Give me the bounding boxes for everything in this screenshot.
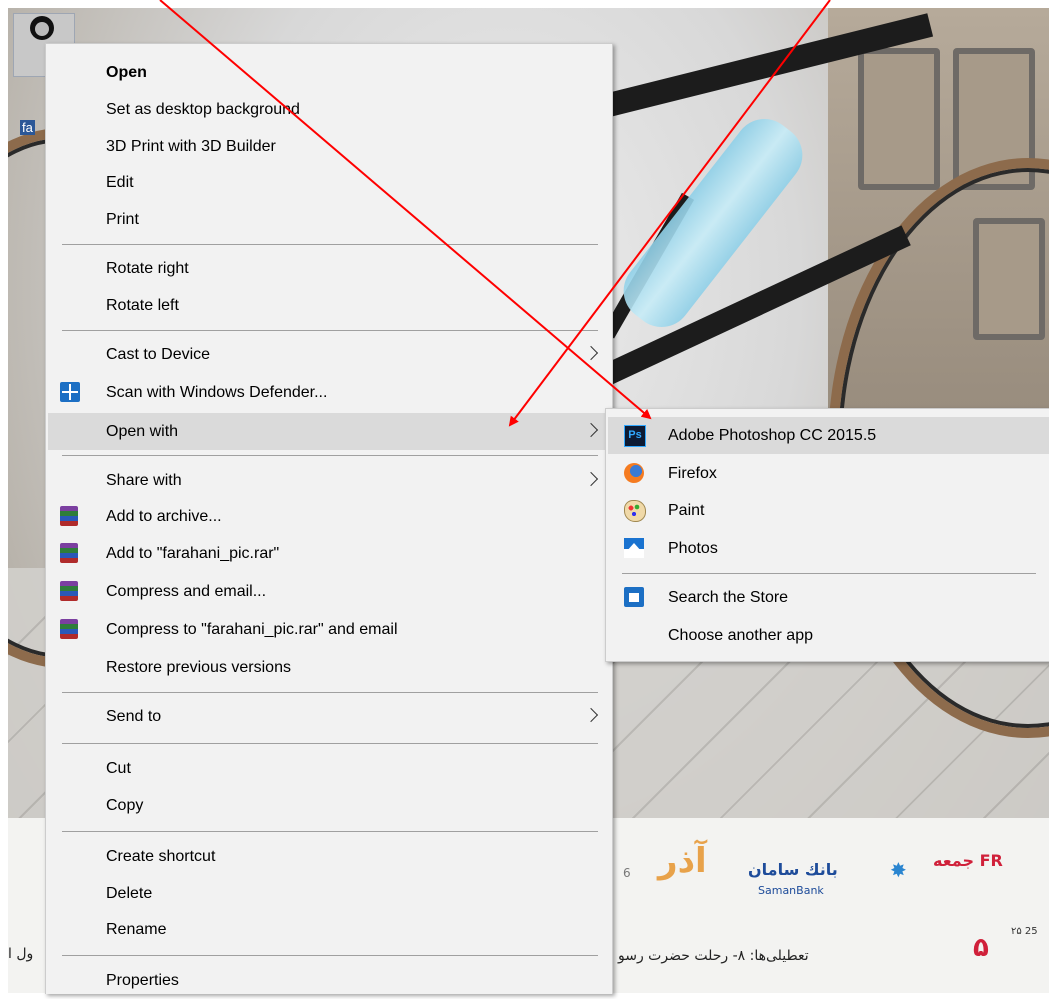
submenu-item-search-the-store[interactable]: Search the Store [608,579,1049,616]
menu-item-delete[interactable]: Delete [48,875,610,912]
menu-separator [62,831,598,832]
menu-item-label: Restore previous versions [106,659,291,676]
bank-logo-text-en: SamanBank [758,884,824,897]
menu-item-label: 3D Print with 3D Builder [106,138,276,155]
menu-item-label: Rename [106,921,167,938]
menu-separator [62,330,598,331]
wall-brick [858,48,940,190]
menu-item-label: Print [106,211,139,228]
menu-item-label: Compress to "farahani_pic.rar" and email [106,621,398,638]
menu-item-label: Cut [106,760,131,777]
menu-item-restore-previous-versions[interactable]: Restore previous versions [48,649,610,686]
menu-item-set-as-desktop-background[interactable]: Set as desktop background [48,91,610,128]
chevron-right-icon [583,707,599,723]
menu-item-create-shortcut[interactable]: Create shortcut [48,838,610,875]
windows-defender-icon [60,382,80,402]
menu-item-label: Rotate left [106,297,179,314]
menu-item-properties[interactable]: Properties [48,962,610,999]
menu-separator [62,692,598,693]
menu-item-label: Copy [106,797,144,814]
calendar-day-label: جمعه FR [933,851,1003,870]
winrar-icon [60,581,78,601]
submenu-item-label: Adobe Photoshop CC 2015.5 [668,427,877,444]
submenu-item-label: Choose another app [668,627,813,644]
firefox-icon [624,463,644,483]
menu-item-label: Set as desktop background [106,101,300,118]
file-icon-label: fa [20,120,35,135]
calendar-month: آذر [658,841,707,881]
calendar-date-small: ۲۵ 25 [1011,926,1038,937]
calendar-number: 6 [623,866,631,880]
bank-logo-icon: ✸ [890,858,907,882]
context-menu: Open Set as desktop background 3D Print wi… [45,43,613,994]
photos-icon [624,538,644,558]
menu-item-label: Open with [106,423,179,440]
menu-item-3d-print-with-3d-builder[interactable]: 3D Print with 3D Builder [48,128,610,165]
menu-separator [62,455,598,456]
menu-item-label: Compress and email... [106,583,267,600]
bank-logo-text: بانك سامان [748,860,838,879]
menu-item-rotate-right[interactable]: Rotate right [48,250,610,287]
menu-item-label: Scan with Windows Defender... [106,384,328,401]
chevron-right-icon [583,422,599,438]
menu-item-copy[interactable]: Copy [48,787,610,824]
menu-item-open-with[interactable]: Open with [48,413,610,450]
menu-item-label: Rotate right [106,260,189,277]
winrar-icon [60,619,78,639]
menu-item-rotate-left[interactable]: Rotate left [48,287,610,324]
menu-item-rename[interactable]: Rename [48,911,610,948]
menu-item-label: Add to archive... [106,508,222,525]
menu-item-cut[interactable]: Cut [48,750,610,787]
calendar-holiday-text: تعطیلی‌ها: ۸- رحلت حضرت رسو [618,948,809,964]
menu-item-add-to-archive[interactable]: Add to archive... [48,498,610,535]
submenu-item-label: Paint [668,502,705,519]
store-icon [624,587,644,607]
calendar-date: ۵ [973,933,989,963]
submenu-item-paint[interactable]: Paint [608,492,1049,529]
submenu-item-label: Photos [668,540,718,557]
menu-item-open[interactable]: Open [48,54,610,91]
menu-item-add-to-farahani-pic-rar[interactable]: Add to "farahani_pic.rar" [48,535,610,572]
chevron-right-icon [583,471,599,487]
menu-item-send-to[interactable]: Send to [48,698,610,735]
winrar-icon [60,543,78,563]
menu-item-label: Create shortcut [106,848,216,865]
menu-item-compress-to-farahani-pic-rar-and-email[interactable]: Compress to "farahani_pic.rar" and email [48,611,610,648]
submenu-item-adobe-photoshop-cc-2015-5[interactable]: Ps Adobe Photoshop CC 2015.5 [608,417,1049,454]
submenu-item-label: Firefox [668,465,717,482]
menu-item-label: Send to [106,708,162,725]
submenu-item-choose-another-app[interactable]: Choose another app [608,617,1049,654]
calendar-left-text: ول ا [8,946,34,962]
menu-item-print[interactable]: Print [48,201,610,238]
menu-separator [62,955,598,956]
winrar-icon [60,506,78,526]
menu-item-label: Cast to Device [106,346,211,363]
submenu-item-firefox[interactable]: Firefox [608,455,1049,492]
photoshop-icon: Ps [624,425,646,447]
chevron-right-icon [583,345,599,361]
menu-item-cast-to-device[interactable]: Cast to Device [48,336,610,373]
menu-separator [62,743,598,744]
menu-item-label: Properties [106,972,179,989]
menu-separator [62,244,598,245]
menu-item-compress-and-email[interactable]: Compress and email... [48,573,610,610]
menu-item-label: Delete [106,885,153,902]
menu-item-share-with[interactable]: Share with [48,462,610,499]
menu-item-label: Edit [106,174,134,191]
submenu-item-photos[interactable]: Photos [608,530,1049,567]
menu-item-label: Share with [106,472,182,489]
submenu-separator [622,573,1036,574]
menu-item-label: Add to "farahani_pic.rar" [106,545,280,562]
open-with-submenu: Ps Adobe Photoshop CC 2015.5 Firefox Paint P… [605,408,1049,662]
menu-item-edit[interactable]: Edit [48,164,610,201]
menu-item-scan-with-windows-defender[interactable]: Scan with Windows Defender... [48,374,610,411]
submenu-item-label: Search the Store [668,589,789,606]
paint-icon [624,500,646,522]
menu-item-label: Open [106,64,147,81]
